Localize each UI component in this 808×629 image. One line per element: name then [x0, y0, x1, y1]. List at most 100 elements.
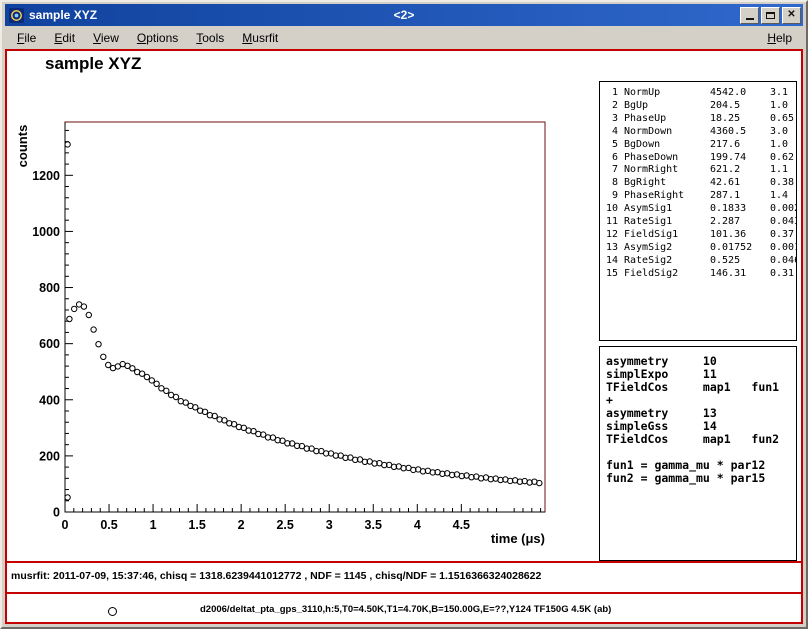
param-error: 1.0 — [770, 139, 793, 152]
menubar: File Edit View Options Tools Musrfit Hel… — [5, 26, 803, 49]
window-title: sample XYZ — [29, 8, 97, 22]
param-value: 204.5 — [710, 100, 764, 113]
svg-text:2.5: 2.5 — [276, 518, 293, 532]
param-idx: 9 — [603, 190, 618, 203]
app-icon — [9, 8, 24, 23]
x-axis-title: time (μs) — [491, 531, 545, 546]
param-error: 1.1 — [770, 164, 793, 177]
svg-text:1: 1 — [150, 518, 157, 532]
param-error: 0.046 — [770, 255, 797, 268]
param-row: 11RateSig12.2870.043 — [603, 216, 793, 229]
param-name: NormRight — [624, 164, 704, 177]
param-row: 12 FieldSig1 101.36 0.37 — [603, 229, 793, 242]
param-name: FieldSig2 — [624, 268, 704, 281]
param-idx: 4 — [603, 126, 618, 139]
param-idx: 15 — [603, 268, 618, 281]
param-row: 3PhaseUp18.250.65 — [603, 113, 793, 126]
param-value: 217.6 — [710, 139, 764, 152]
window-center-label: <2> — [5, 8, 803, 22]
param-name: AsymSig2 — [624, 242, 704, 255]
param-value: 146.31 — [710, 268, 764, 281]
svg-text:600: 600 — [39, 337, 60, 351]
param-row: 13AsymSig20.017520.00101 — [603, 242, 793, 255]
param-idx: 7 — [603, 164, 618, 177]
param-row: 15 FieldSig2 146.31 0.31 — [603, 268, 793, 281]
svg-text:1200: 1200 — [32, 169, 60, 183]
param-rows: 1NormUp4542.03.12BgUp204.51.03PhaseUp18.… — [603, 87, 793, 281]
param-error: 0.37 — [770, 229, 794, 242]
svg-text:4.5: 4.5 — [453, 518, 470, 532]
param-error: 0.043 — [770, 216, 797, 229]
param-error: 0.0027 — [770, 203, 797, 216]
param-value: 199.74 — [710, 152, 764, 165]
param-row: 9PhaseRight287.11.4 — [603, 190, 793, 203]
param-error: 1.0 — [770, 100, 793, 113]
svg-text:2: 2 — [238, 518, 245, 532]
root-window: sample XYZ <2> ✕ File Edit View Options … — [0, 0, 808, 629]
fit-parameters-panel: 1NormUp4542.03.12BgUp204.51.03PhaseUp18.… — [599, 81, 797, 341]
open-circle-marker-icon — [108, 607, 117, 616]
minimize-icon — [746, 18, 754, 20]
param-error: 0.38 — [770, 177, 794, 190]
param-name: BgDown — [624, 139, 704, 152]
param-row: 8BgRight42.610.38 — [603, 177, 793, 190]
param-error: 3.0 — [770, 126, 793, 139]
param-idx: 5 — [603, 139, 618, 152]
root-canvas[interactable]: sample XYZ 02004006008001000120000.511.5… — [5, 49, 803, 624]
param-name: RateSig1 — [624, 216, 704, 229]
svg-text:0.5: 0.5 — [100, 518, 117, 532]
param-idx: 8 — [603, 177, 618, 190]
param-name: BgUp — [624, 100, 704, 113]
titlebar[interactable]: sample XYZ <2> ✕ — [5, 4, 803, 26]
param-name: PhaseRight — [624, 190, 704, 203]
menu-help[interactable]: Help — [759, 28, 800, 48]
param-error: 0.31 — [770, 268, 794, 281]
param-value: 18.25 — [710, 113, 764, 126]
param-name: BgRight — [624, 177, 704, 190]
menu-tools[interactable]: Tools — [187, 28, 233, 48]
param-value: 0.525 — [710, 255, 764, 268]
fit-status-text: musrfit: 2011-07-09, 15:37:46, chisq = 1… — [11, 570, 541, 582]
svg-text:0: 0 — [53, 506, 60, 520]
svg-text:1.5: 1.5 — [188, 518, 205, 532]
param-value: 101.36 — [710, 229, 764, 242]
param-error: 3.1 — [770, 87, 793, 100]
param-value: 4542.0 — [710, 87, 764, 100]
param-row: 6PhaseDown199.740.62 — [603, 152, 793, 165]
param-row: 7 NormRight 621.2 1.1 — [603, 164, 793, 177]
param-idx: 2 — [603, 100, 618, 113]
y-axis-title: counts — [15, 125, 30, 168]
close-button[interactable]: ✕ — [782, 7, 801, 24]
param-name: NormUp — [624, 87, 704, 100]
menu-options[interactable]: Options — [128, 28, 187, 48]
param-name: AsymSig1 — [624, 203, 704, 216]
param-idx: 11 — [603, 216, 618, 229]
menu-file[interactable]: File — [8, 28, 45, 48]
param-value: 0.1833 — [710, 203, 764, 216]
menu-edit[interactable]: Edit — [45, 28, 84, 48]
param-row: 5 BgDown 217.6 1.0 — [603, 139, 793, 152]
menu-view[interactable]: View — [84, 28, 128, 48]
plot-svg[interactable]: 02004006008001000120000.511.522.533.544.… — [7, 51, 599, 556]
param-value: 621.2 — [710, 164, 764, 177]
param-error: 1.4 — [770, 190, 793, 203]
svg-text:3.5: 3.5 — [365, 518, 382, 532]
menu-musrfit[interactable]: Musrfit — [233, 28, 287, 48]
pad-divider-top — [7, 561, 801, 563]
param-row: 14RateSig20.5250.046 — [603, 255, 793, 268]
maximize-icon — [766, 12, 775, 19]
param-name: NormDown — [624, 126, 704, 139]
param-idx: 3 — [603, 113, 618, 126]
svg-text:400: 400 — [39, 393, 60, 407]
param-idx: 6 — [603, 152, 618, 165]
maximize-button[interactable] — [761, 7, 780, 24]
close-icon: ✕ — [787, 10, 795, 20]
param-error: 0.62 — [770, 152, 794, 165]
data-points — [65, 142, 542, 500]
param-idx: 14 — [603, 255, 618, 268]
param-value: 4360.5 — [710, 126, 764, 139]
minimize-button[interactable] — [740, 7, 759, 24]
param-idx: 10 — [603, 203, 618, 216]
param-idx: 12 — [603, 229, 618, 242]
param-name: FieldSig1 — [624, 229, 704, 242]
